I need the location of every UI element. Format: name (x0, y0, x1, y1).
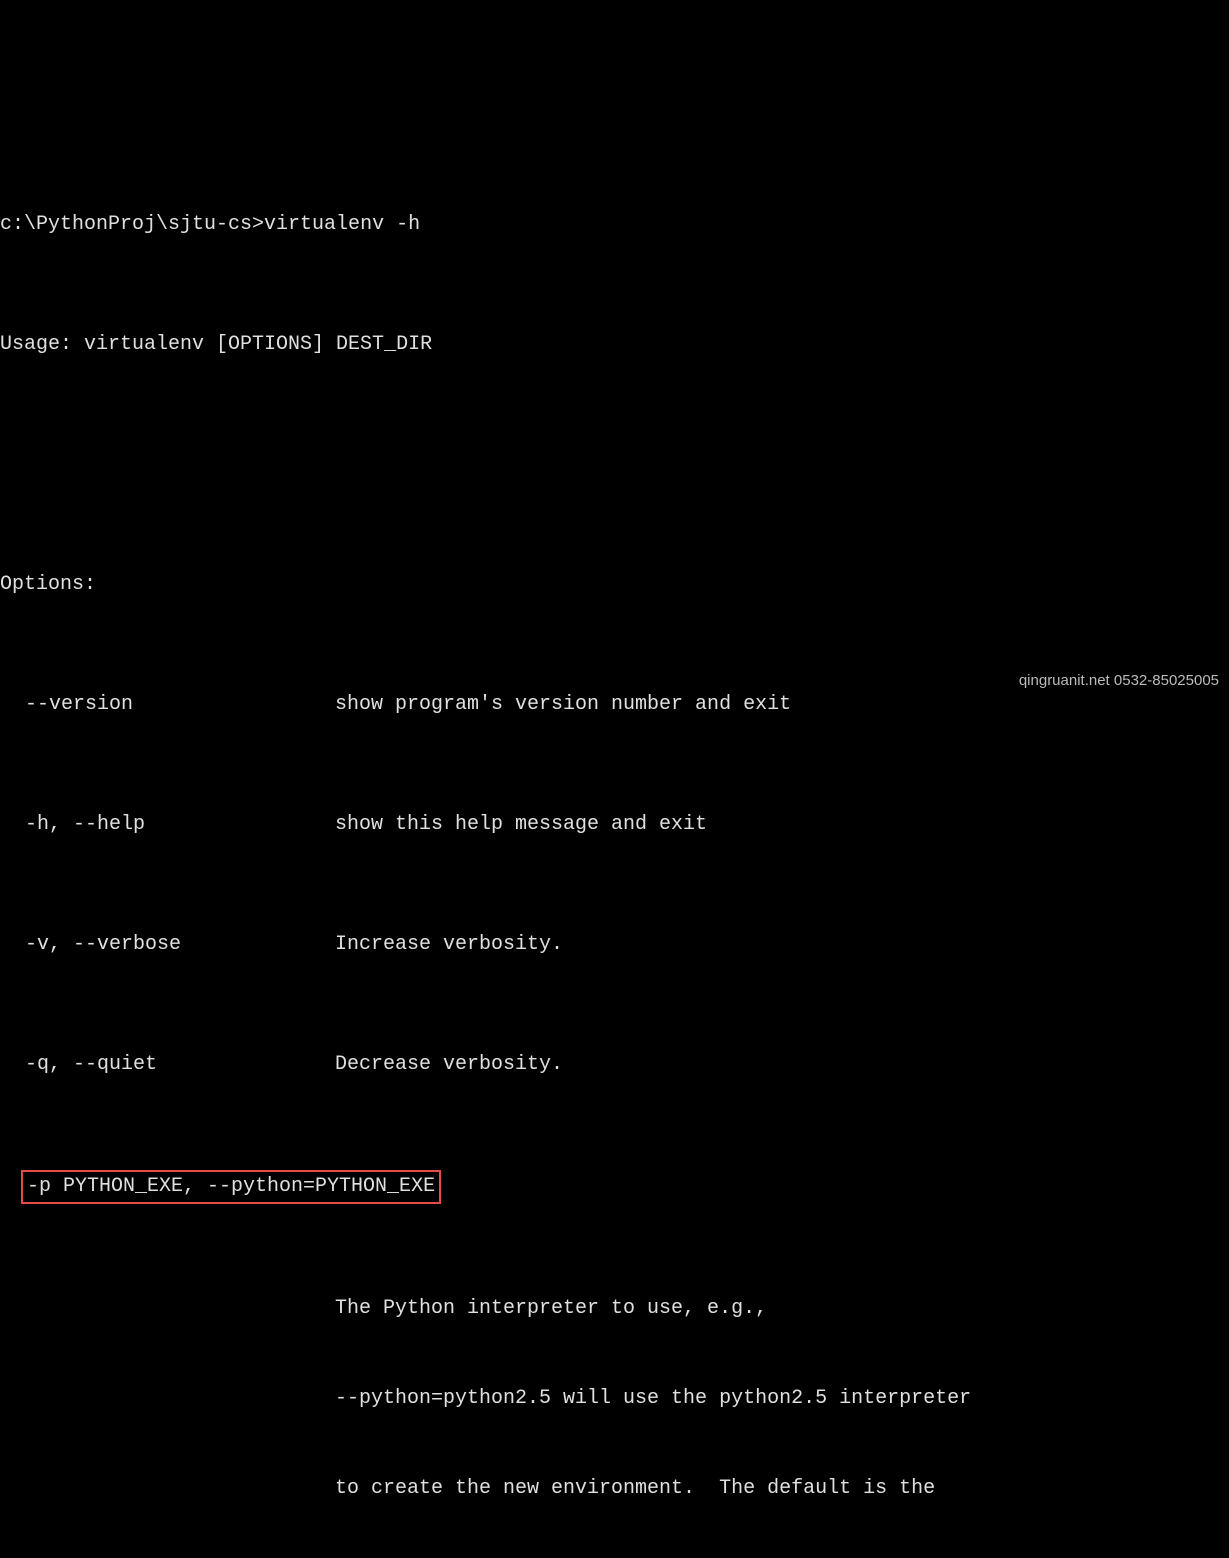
desc-python-1: The Python interpreter to use, e.g., (0, 1294, 1229, 1324)
desc-quiet: Decrease verbosity. (335, 1050, 563, 1080)
prompt: c:\PythonProj\sjtu-cs> (0, 213, 264, 236)
command-line: c:\PythonProj\sjtu-cs>virtualenv -h (0, 210, 1229, 240)
flag-version: --version (0, 690, 335, 720)
desc-verbose: Increase verbosity. (335, 930, 563, 960)
option-verbose: -v, --verboseIncrease verbosity. (0, 930, 1229, 960)
options-header: Options: (0, 570, 1229, 600)
blank-line (0, 450, 1229, 480)
option-version: --versionshow program's version number a… (0, 690, 1229, 720)
desc-python-2: --python=python2.5 will use the python2.… (0, 1384, 1229, 1414)
flag-python: -p PYTHON_EXE, --python=PYTHON_EXE (27, 1175, 435, 1198)
highlight-python-flag: -p PYTHON_EXE, --python=PYTHON_EXE (21, 1170, 441, 1204)
usage-line: Usage: virtualenv [OPTIONS] DEST_DIR (0, 330, 1229, 360)
terminal-window[interactable]: c:\PythonProj\sjtu-cs>virtualenv -h Usag… (0, 120, 1229, 1558)
flag-verbose: -v, --verbose (0, 930, 335, 960)
desc-version: show program's version number and exit (335, 690, 791, 720)
desc-python-3: to create the new environment. The defau… (0, 1474, 1229, 1504)
desc-help: show this help message and exit (335, 810, 707, 840)
flag-help: -h, --help (0, 810, 335, 840)
flag-quiet: -q, --quiet (0, 1050, 335, 1080)
watermark-text: qingruanit.net 0532-85025005 (1019, 670, 1219, 693)
command-text: virtualenv -h (264, 213, 420, 236)
option-quiet: -q, --quietDecrease verbosity. (0, 1050, 1229, 1080)
option-python-flag-row: -p PYTHON_EXE, --python=PYTHON_EXE (0, 1170, 1229, 1204)
option-help: -h, --helpshow this help message and exi… (0, 810, 1229, 840)
